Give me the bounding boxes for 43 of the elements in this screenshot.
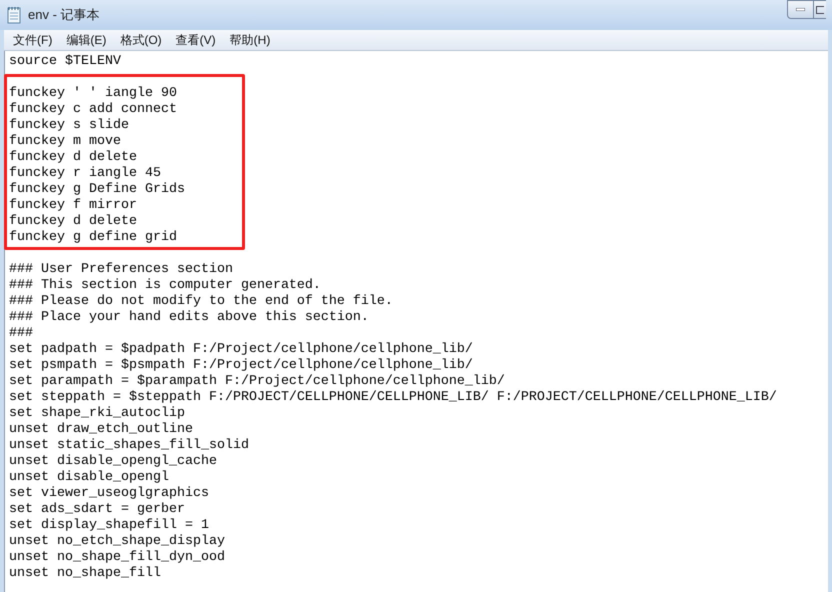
text-line: set display_shapefill = 1 [9, 518, 209, 534]
text-line: ### [9, 326, 33, 342]
text-line: ### Place your hand edits above this section. [9, 310, 369, 326]
text-line: funckey m move [9, 134, 121, 150]
text-line: funckey ' ' iangle 90 [9, 86, 177, 102]
text-line: unset no_etch_shape_display [9, 534, 225, 550]
menu-item[interactable]: 帮助(H) [224, 31, 276, 49]
text-line: set viewer_useoglgraphics [9, 486, 209, 502]
text-line: funckey c add connect [9, 102, 177, 118]
text-line: unset static_shapes_fill_solid [9, 438, 249, 454]
text-line: funckey d delete [9, 150, 137, 166]
text-line: unset disable_opengl [9, 470, 169, 486]
text-line: set ads_sdart = gerber [9, 502, 185, 518]
maximize-button[interactable] [814, 0, 826, 19]
text-line: set steppath = $steppath F:/PROJECT/CELLPHONE/CELLPHONE_LIB/ F:/PROJECT/CELLPHONE/CELLPHONE_LIB/ [9, 390, 777, 406]
text-line: funckey d delete [9, 214, 137, 230]
text-editor[interactable] [4, 51, 828, 592]
maximize-icon [816, 6, 824, 14]
text-line: funckey r iangle 45 [9, 166, 161, 182]
text-line: unset disable_opengl_cache [9, 454, 217, 470]
text-line: funckey g Define Grids [9, 182, 185, 198]
minimize-icon [796, 8, 805, 11]
window-title: env - 记事本 [28, 6, 100, 24]
text-line: set shape_rki_autoclip [9, 406, 185, 422]
text-line: ### User Preferences section [9, 262, 233, 278]
menu-item[interactable]: 格式(O) [114, 31, 168, 49]
text-line: source $TELENV [9, 54, 121, 70]
text-line: unset no_shape_fill_dyn_ood [9, 550, 225, 566]
minimize-button[interactable] [787, 0, 814, 19]
text-line: ### This section is computer generated. [9, 278, 321, 294]
text-line: set parampath = $parampath F:/Project/cellphone/cellphone_lib/ [9, 374, 505, 390]
text-line: set psmpath = $psmpath F:/Project/cellphone/cellphone_lib/ [9, 358, 473, 374]
menu-item[interactable]: 查看(V) [170, 31, 222, 49]
menu-item[interactable]: 编辑(E) [60, 31, 112, 49]
text-line: unset no_shape_fill [9, 566, 161, 582]
text-line: funckey f mirror [9, 198, 137, 214]
text-line: set padpath = $padpath F:/Project/cellphone/cellphone_lib/ [9, 342, 473, 358]
menu-item[interactable]: 文件(F) [7, 31, 58, 49]
notepad-icon [6, 6, 22, 24]
text-line: funckey g define grid [9, 230, 177, 246]
text-line: funckey s slide [9, 118, 129, 134]
text-line: ### Please do not modify to the end of the file. [9, 294, 393, 310]
text-line: unset draw_etch_outline [9, 422, 193, 438]
